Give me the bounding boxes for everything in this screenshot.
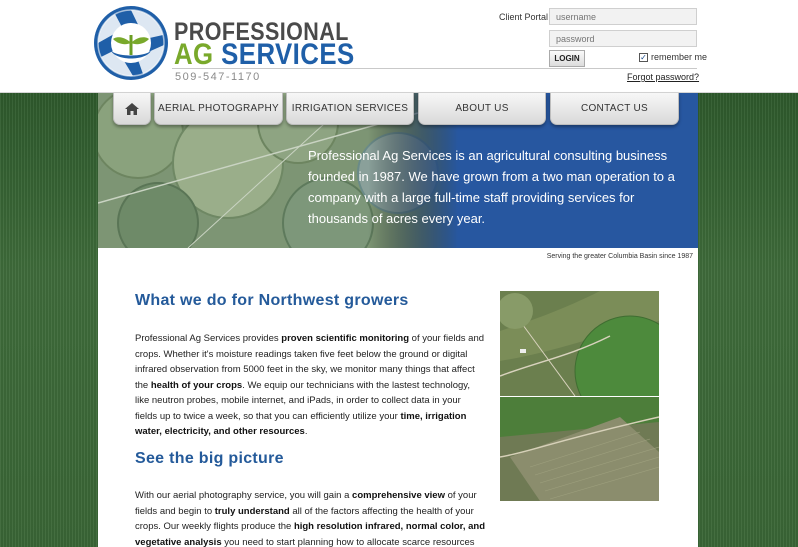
password-input[interactable] [549, 30, 697, 47]
aerial-photo-vineyard [500, 397, 659, 501]
section-heading-growers: What we do for Northwest growers [135, 292, 409, 309]
banner-text: Professional Ag Services is an agricultu… [308, 148, 675, 226]
site-header: PROFESSIONAL AG SERVICES 509-547-1170 Cl… [0, 0, 798, 93]
logo-subtitle: AG SERVICES [174, 40, 355, 70]
section-heading-big-picture: See the big picture [135, 450, 284, 467]
logo-mark-icon[interactable] [93, 5, 169, 81]
logo-divider [172, 68, 697, 69]
section-paragraph-big-picture: With our aerial photography service, you… [135, 488, 485, 547]
phone-number: 509-547-1170 [175, 71, 261, 83]
remember-me[interactable]: ✓ remember me [639, 52, 707, 62]
home-icon [125, 103, 139, 115]
paragraph-emphasis: comprehensive view [352, 490, 445, 501]
remember-label: remember me [651, 52, 708, 62]
main-panel: Professional Ag Services is an agricultu… [98, 93, 698, 547]
forgot-password-link[interactable]: Forgot password? [627, 72, 699, 82]
nav-about-us[interactable]: ABOUT US [418, 93, 546, 125]
paragraph-text: Professional Ag Services provides [135, 333, 282, 344]
client-portal-label: Client Portal [499, 12, 549, 22]
remember-checkbox[interactable]: ✓ [639, 52, 648, 62]
main-nav: AERIAL PHOTOGRAPHY IRRIGATION SERVICES A… [98, 93, 698, 126]
username-input[interactable] [549, 8, 697, 25]
paragraph-text: With our aerial photography service, you… [135, 490, 353, 501]
paragraph-emphasis: proven scientific monitoring [281, 333, 410, 344]
nav-contact-us[interactable]: CONTACT US [550, 93, 679, 125]
paragraph-emphasis: truly understand [214, 505, 290, 517]
nav-home-tab[interactable] [113, 93, 151, 125]
logo-ag-word: AG [174, 38, 214, 71]
nav-aerial-photography[interactable]: AERIAL PHOTOGRAPHY [154, 93, 283, 125]
aerial-photo-circle-fields [500, 291, 659, 396]
section-paragraph-growers: Professional Ag Services provides proven… [135, 331, 485, 440]
logo-services-word: SERVICES [221, 38, 355, 71]
banner-caption: Serving the greater Columbia Basin since… [546, 253, 693, 260]
paragraph-emphasis: health of your crops [150, 379, 243, 391]
nav-irrigation-services[interactable]: IRRIGATION SERVICES [286, 93, 414, 125]
login-button[interactable]: LOGIN [549, 50, 585, 67]
paragraph-text: . [304, 426, 308, 437]
